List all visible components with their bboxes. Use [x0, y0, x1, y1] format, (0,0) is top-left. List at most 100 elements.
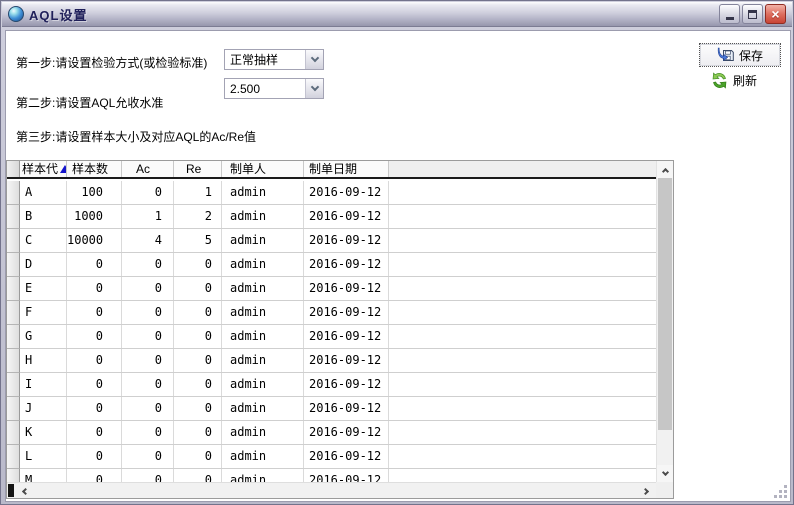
- maximize-button[interactable]: [742, 4, 763, 24]
- table-cell[interactable]: admin: [222, 397, 304, 420]
- scroll-right-button[interactable]: [640, 485, 654, 497]
- table-cell[interactable]: 0: [67, 277, 122, 300]
- refresh-button[interactable]: 刷新: [711, 72, 757, 89]
- table-row[interactable]: H000admin2016-09-12 18: [7, 349, 656, 373]
- table-cell[interactable]: admin: [222, 253, 304, 276]
- table-cell[interactable]: 0: [174, 325, 222, 348]
- vertical-scrollbar-thumb[interactable]: [658, 178, 672, 430]
- row-indicator[interactable]: [7, 397, 20, 421]
- table-row[interactable]: I000admin2016-09-12 18: [7, 373, 656, 397]
- table-cell[interactable]: 0: [174, 373, 222, 396]
- table-row[interactable]: L000admin2016-09-12 18: [7, 445, 656, 469]
- table-cell[interactable]: 0: [174, 421, 222, 444]
- table-cell[interactable]: 100: [67, 181, 122, 204]
- table-row[interactable]: F000admin2016-09-12 18: [7, 301, 656, 325]
- table-cell[interactable]: D: [20, 253, 67, 276]
- table-cell[interactable]: 2016-09-12 18: [304, 277, 389, 300]
- table-cell[interactable]: 0: [67, 349, 122, 372]
- table-cell[interactable]: 0: [67, 421, 122, 444]
- table-cell[interactable]: 0: [122, 373, 174, 396]
- column-header-sample-size[interactable]: 样本数: [67, 161, 122, 177]
- save-button[interactable]: 保存: [699, 43, 781, 67]
- table-row[interactable]: M000admin2016-09-12 18: [7, 469, 656, 482]
- table-cell[interactable]: 0: [67, 253, 122, 276]
- table-cell[interactable]: 5: [174, 229, 222, 252]
- minimize-button[interactable]: [719, 4, 740, 24]
- table-cell[interactable]: H: [20, 349, 67, 372]
- table-cell[interactable]: admin: [222, 445, 304, 468]
- row-indicator[interactable]: [7, 469, 20, 482]
- table-cell[interactable]: F: [20, 301, 67, 324]
- table-cell[interactable]: M: [20, 469, 67, 482]
- row-indicator[interactable]: [7, 349, 20, 373]
- table-cell[interactable]: C: [20, 229, 67, 252]
- table-cell[interactable]: 2016-09-12 18: [304, 373, 389, 396]
- table-cell[interactable]: admin: [222, 205, 304, 228]
- scroll-down-button[interactable]: [657, 465, 674, 482]
- table-cell[interactable]: 0: [122, 397, 174, 420]
- table-cell[interactable]: 0: [67, 373, 122, 396]
- table-cell[interactable]: 0: [122, 469, 174, 482]
- row-indicator[interactable]: [7, 373, 20, 397]
- table-cell[interactable]: 10000: [67, 229, 122, 252]
- table-cell[interactable]: 0: [122, 445, 174, 468]
- row-indicator[interactable]: [7, 277, 20, 301]
- table-cell[interactable]: 0: [174, 253, 222, 276]
- horizontal-scrollbar-thumb[interactable]: [8, 484, 14, 497]
- table-row[interactable]: A10001admin2016-09-12 18: [7, 181, 656, 205]
- table-cell[interactable]: 2016-09-12 18: [304, 301, 389, 324]
- table-cell[interactable]: admin: [222, 421, 304, 444]
- row-indicator[interactable]: [7, 253, 20, 277]
- row-indicator[interactable]: [7, 181, 20, 205]
- row-indicator[interactable]: [7, 325, 20, 349]
- column-header-creator[interactable]: 制单人: [222, 161, 304, 177]
- row-indicator[interactable]: [7, 229, 20, 253]
- column-header-re[interactable]: Re: [174, 161, 222, 177]
- table-cell[interactable]: 0: [67, 469, 122, 482]
- table-row[interactable]: E000admin2016-09-12 18: [7, 277, 656, 301]
- column-header-create-date[interactable]: 制单日期: [304, 161, 389, 177]
- table-cell[interactable]: 0: [122, 301, 174, 324]
- table-cell[interactable]: admin: [222, 277, 304, 300]
- table-cell[interactable]: 0: [122, 349, 174, 372]
- table-cell[interactable]: 1: [174, 181, 222, 204]
- table-cell[interactable]: 0: [122, 181, 174, 204]
- table-row[interactable]: G000admin2016-09-12 18: [7, 325, 656, 349]
- inspection-mode-dropdown-button[interactable]: [305, 50, 323, 69]
- table-cell[interactable]: 0: [122, 253, 174, 276]
- table-cell[interactable]: 0: [174, 277, 222, 300]
- table-row[interactable]: J000admin2016-09-12 18: [7, 397, 656, 421]
- table-cell[interactable]: 2016-09-12 18: [304, 181, 389, 204]
- row-indicator[interactable]: [7, 205, 20, 229]
- table-cell[interactable]: 1: [122, 205, 174, 228]
- aql-level-dropdown-button[interactable]: [305, 79, 323, 98]
- vertical-scrollbar[interactable]: [656, 161, 673, 482]
- table-cell[interactable]: 1000: [67, 205, 122, 228]
- table-cell[interactable]: 2016-09-12 18: [304, 445, 389, 468]
- table-cell[interactable]: 2: [174, 205, 222, 228]
- table-cell[interactable]: 0: [67, 445, 122, 468]
- table-cell[interactable]: admin: [222, 373, 304, 396]
- table-cell[interactable]: 0: [174, 397, 222, 420]
- table-cell[interactable]: admin: [222, 325, 304, 348]
- table-cell[interactable]: admin: [222, 469, 304, 482]
- title-bar[interactable]: AQL设置 ×: [2, 2, 792, 27]
- table-cell[interactable]: 0: [174, 445, 222, 468]
- table-cell[interactable]: 0: [67, 397, 122, 420]
- table-cell[interactable]: 0: [122, 421, 174, 444]
- table-cell[interactable]: 2016-09-12 18: [304, 421, 389, 444]
- table-cell[interactable]: 2016-09-12 18: [304, 349, 389, 372]
- table-cell[interactable]: admin: [222, 181, 304, 204]
- table-cell[interactable]: admin: [222, 349, 304, 372]
- table-cell[interactable]: B: [20, 205, 67, 228]
- table-cell[interactable]: L: [20, 445, 67, 468]
- close-button[interactable]: ×: [765, 4, 786, 24]
- column-header-ac[interactable]: Ac: [122, 161, 174, 177]
- table-row[interactable]: C1000045admin2016-09-12 18: [7, 229, 656, 253]
- table-row[interactable]: D000admin2016-09-12 18: [7, 253, 656, 277]
- table-cell[interactable]: 0: [122, 325, 174, 348]
- table-cell[interactable]: A: [20, 181, 67, 204]
- table-row[interactable]: B100012admin2016-09-12 18: [7, 205, 656, 229]
- table-cell[interactable]: K: [20, 421, 67, 444]
- row-indicator[interactable]: [7, 421, 20, 445]
